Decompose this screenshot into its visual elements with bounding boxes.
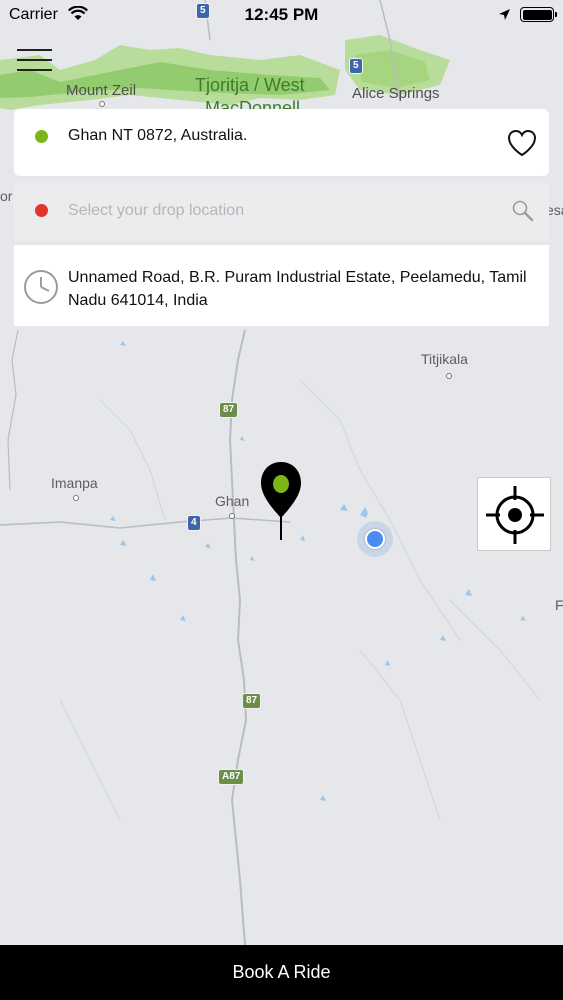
my-location-button[interactable] <box>477 477 551 551</box>
favorite-heart-icon[interactable] <box>507 129 537 157</box>
recent-location-item[interactable]: Unnamed Road, B.R. Puram Industrial Esta… <box>14 245 549 326</box>
map-label-titjikala: Titjikala <box>421 351 468 367</box>
route-shield-a87: A87 <box>218 769 245 785</box>
clock-icon <box>24 270 58 304</box>
pickup-pin-icon[interactable] <box>259 460 303 540</box>
search-icon[interactable] <box>511 199 535 223</box>
recent-address: Unnamed Road, B.R. Puram Industrial Esta… <box>68 269 527 309</box>
pickup-address: Ghan NT 0872, Australia. <box>68 127 248 144</box>
route-shield-4: 4 <box>187 515 201 531</box>
battery-icon <box>520 7 557 22</box>
map-town-dot <box>99 101 105 107</box>
menu-button[interactable] <box>17 49 52 71</box>
drop-location-input[interactable] <box>68 197 488 225</box>
drop-location-card[interactable] <box>14 183 549 241</box>
map-label-mount-zeil: Mount Zeil <box>66 82 137 99</box>
user-location-dot <box>357 521 393 557</box>
map-town-dot <box>73 495 79 501</box>
map-label-left-edge: or <box>0 188 13 204</box>
route-shield-5: 5 <box>349 58 363 74</box>
book-ride-button[interactable]: Book A Ride <box>0 945 563 1000</box>
map-label-imanpa: Imanpa <box>51 475 98 491</box>
map-label-alice-springs: Alice Springs <box>352 85 440 102</box>
hamburger-line <box>17 59 52 61</box>
hamburger-line <box>17 69 52 71</box>
pickup-location-card[interactable]: Ghan NT 0872, Australia. <box>14 109 549 176</box>
status-bar: Carrier 12:45 PM <box>0 0 563 30</box>
map-label-right-edge-mid: F <box>555 597 563 613</box>
drop-dot-icon <box>35 204 48 217</box>
pickup-dot-icon <box>35 130 48 143</box>
map-label-tjoritja-line1: Tjoritja / West <box>195 75 305 95</box>
map-town-dot <box>229 513 235 519</box>
status-time: 12:45 PM <box>244 5 319 24</box>
location-arrow-icon <box>499 9 510 20</box>
crosshair-icon <box>486 486 544 544</box>
route-shield-87: 87 <box>242 693 262 709</box>
hamburger-line <box>17 49 52 51</box>
map-label-ghan: Ghan <box>215 493 250 509</box>
route-shield-87: 87 <box>219 402 239 418</box>
map-town-dot <box>446 373 452 379</box>
